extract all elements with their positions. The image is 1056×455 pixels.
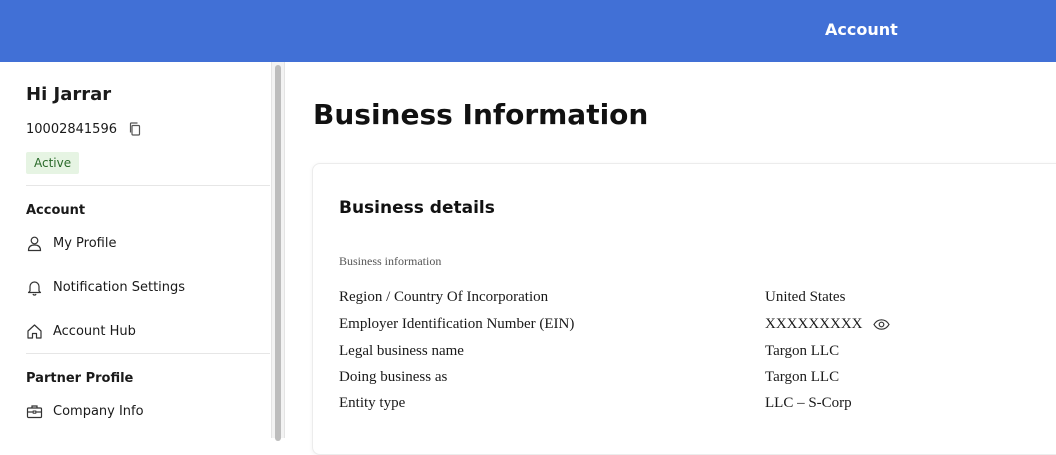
info-value-wrap: Targon LLC [765,369,839,386]
info-row-ein: Employer Identification Number (EIN) XXX… [339,316,1056,338]
user-icon [26,235,43,252]
info-label: Legal business name [339,343,464,359]
sidebar-item-label: Account Hub [53,323,136,339]
info-value-wrap: LLC – S-Corp [765,395,852,412]
info-label: Region / Country Of Incorporation [339,289,549,305]
sidebar-item-notification-settings[interactable]: Notification Settings [26,276,185,298]
header-account-link[interactable]: Account [825,20,898,39]
info-value: Targon LLC [765,369,840,385]
sidebar-item-account-hub[interactable]: Account Hub [26,320,136,342]
sidebar-item-company-info[interactable]: Company Info [26,400,144,422]
copy-icon[interactable] [127,121,143,137]
account-id: 10002841596 [26,121,117,137]
sidebar-section-partner-title: Partner Profile [26,371,134,386]
info-value-wrap: United States [765,289,845,306]
sidebar-scrollbar[interactable] [271,62,285,441]
info-value: United States [765,289,846,305]
business-details-card: Business details Business information Re… [312,163,1056,455]
sidebar-item-label: My Profile [53,235,117,251]
info-value: LLC – S-Corp [765,395,852,411]
info-value-wrap: XXXXXXXXX [765,316,890,333]
sidebar-divider [26,353,270,354]
info-row-legal-name: Legal business name Targon LLC [339,343,1056,365]
info-value: XXXXXXXXX [765,316,863,332]
sidebar-item-label: Company Info [53,403,144,419]
top-header-bar: Account [0,0,1056,62]
sidebar-scrollbar-thumb[interactable] [275,65,281,441]
sidebar-item-my-profile[interactable]: My Profile [26,232,116,254]
card-title: Business details [339,198,495,218]
info-label: Employer Identification Number (EIN) [339,316,575,332]
sidebar-section-account-title: Account [26,203,86,218]
info-row-entity-type: Entity type LLC – S-Corp [339,395,1056,417]
sidebar-item-label: Notification Settings [53,279,186,295]
account-id-row: 10002841596 [26,121,143,137]
page-title: Business Information [313,98,649,131]
main-content: Business Information Business details Bu… [286,62,1056,455]
card-subtitle: Business information [339,254,442,268]
eye-icon[interactable] [872,316,890,333]
info-label: Doing business as [339,369,448,385]
home-icon [26,323,43,340]
user-greeting: Hi Jarrar [26,84,112,105]
info-row-dba: Doing business as Targon LLC [339,369,1056,391]
bell-icon [26,279,43,296]
status-badge: Active [26,152,80,174]
info-row-region: Region / Country Of Incorporation United… [339,289,1056,311]
info-value-wrap: Targon LLC [765,343,839,360]
sidebar: Hi Jarrar 10002841596 Active Account My … [0,62,272,438]
briefcase-icon [26,403,43,420]
info-value: Targon LLC [765,343,840,359]
sidebar-divider [26,185,270,186]
info-label: Entity type [339,395,406,411]
